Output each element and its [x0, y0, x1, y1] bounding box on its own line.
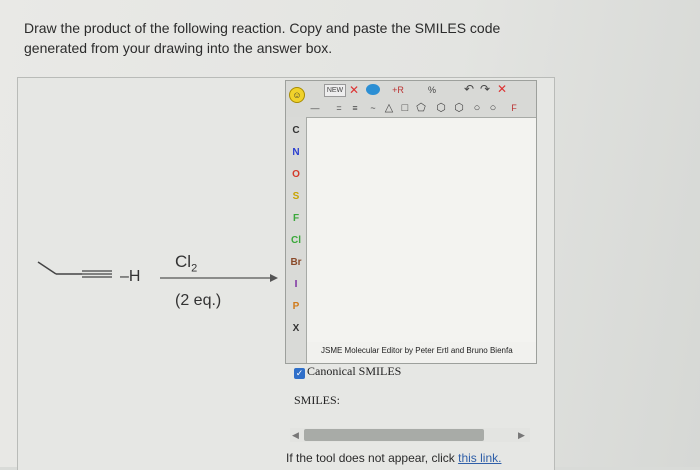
- canonical-smiles-option[interactable]: ✓ Canonical SMILES: [294, 364, 401, 379]
- jsme-toolbar: ☺ NEW ✕ +R % ↶ ↷ ✕ — = ≡ ~ △ □ ⬠ ⬡ ⬡ ○ ○…: [286, 81, 536, 118]
- square-ring-icon[interactable]: □: [398, 101, 412, 115]
- triple-bond-tool-icon[interactable]: ≡: [348, 101, 362, 115]
- single-bond-tool-icon[interactable]: —: [308, 101, 322, 115]
- fallback-link[interactable]: this link.: [458, 451, 501, 465]
- double-bond-tool-icon[interactable]: =: [332, 101, 346, 115]
- question-text: Draw the product of the following reacti…: [24, 20, 501, 56]
- hexagon-ring-icon[interactable]: ⬡: [452, 101, 466, 115]
- delete-icon[interactable]: ✕: [348, 83, 360, 97]
- rgroup-button[interactable]: +R: [390, 83, 406, 97]
- percent-button[interactable]: %: [426, 83, 438, 97]
- benzene-ring-icon[interactable]: ⬡: [434, 101, 448, 115]
- element-p[interactable]: P: [286, 301, 306, 312]
- alkyne-structure: [37, 261, 112, 278]
- jsme-credit: JSME Molecular Editor by Peter Ertl and …: [321, 346, 513, 355]
- element-cl[interactable]: Cl: [286, 235, 306, 246]
- scroll-left-icon[interactable]: ◀: [292, 428, 299, 442]
- element-i[interactable]: I: [286, 279, 306, 290]
- element-x[interactable]: X: [286, 323, 306, 334]
- reaction-arrow: [160, 274, 278, 282]
- smiles-scrollbar[interactable]: ◀ ▶: [290, 428, 530, 442]
- reagent-main: Cl: [175, 252, 192, 271]
- charge-icon[interactable]: [366, 84, 380, 95]
- smiley-icon[interactable]: ☺: [289, 87, 305, 103]
- reaction-conditions: (2 eq.): [175, 292, 222, 309]
- element-sidebar: C N O S F Cl Br I P X: [286, 117, 307, 363]
- heptagon-ring-icon[interactable]: ○: [470, 101, 484, 115]
- canonical-checkbox[interactable]: ✓: [294, 368, 305, 379]
- scroll-thumb[interactable]: [304, 429, 484, 441]
- jsme-editor[interactable]: ☺ NEW ✕ +R % ↶ ↷ ✕ — = ≡ ~ △ □ ⬠ ⬡ ⬡ ○ ○…: [285, 80, 537, 364]
- drawing-canvas[interactable]: [307, 118, 536, 342]
- close-icon[interactable]: ✕: [496, 82, 508, 96]
- smiles-label: SMILES:: [294, 393, 341, 407]
- element-c[interactable]: C: [286, 125, 306, 136]
- new-button[interactable]: NEW: [324, 84, 346, 97]
- scroll-right-icon[interactable]: ▶: [518, 428, 525, 442]
- chain-tool-icon[interactable]: ~: [366, 101, 380, 115]
- methyl-bond: [37, 261, 57, 275]
- footer-text: If the tool does not appear, click this …: [286, 451, 501, 465]
- page: Draw the product of the following reacti…: [0, 0, 700, 470]
- element-f[interactable]: F: [286, 213, 306, 224]
- element-o[interactable]: O: [286, 169, 306, 180]
- footer-prefix: If the tool does not appear, click: [286, 451, 459, 465]
- element-n[interactable]: N: [286, 147, 306, 158]
- element-s[interactable]: S: [286, 191, 306, 202]
- hydrogen-label: –H: [120, 268, 141, 285]
- octagon-ring-icon[interactable]: ○: [486, 101, 500, 115]
- fuse-ring-button[interactable]: F: [508, 101, 520, 115]
- element-br[interactable]: Br: [286, 257, 306, 268]
- triangle-ring-icon[interactable]: △: [382, 101, 396, 115]
- redo-icon[interactable]: ↷: [478, 82, 492, 96]
- pentagon-ring-icon[interactable]: ⬠: [414, 101, 428, 115]
- undo-icon[interactable]: ↶: [462, 82, 476, 96]
- canonical-label: Canonical SMILES: [307, 364, 402, 378]
